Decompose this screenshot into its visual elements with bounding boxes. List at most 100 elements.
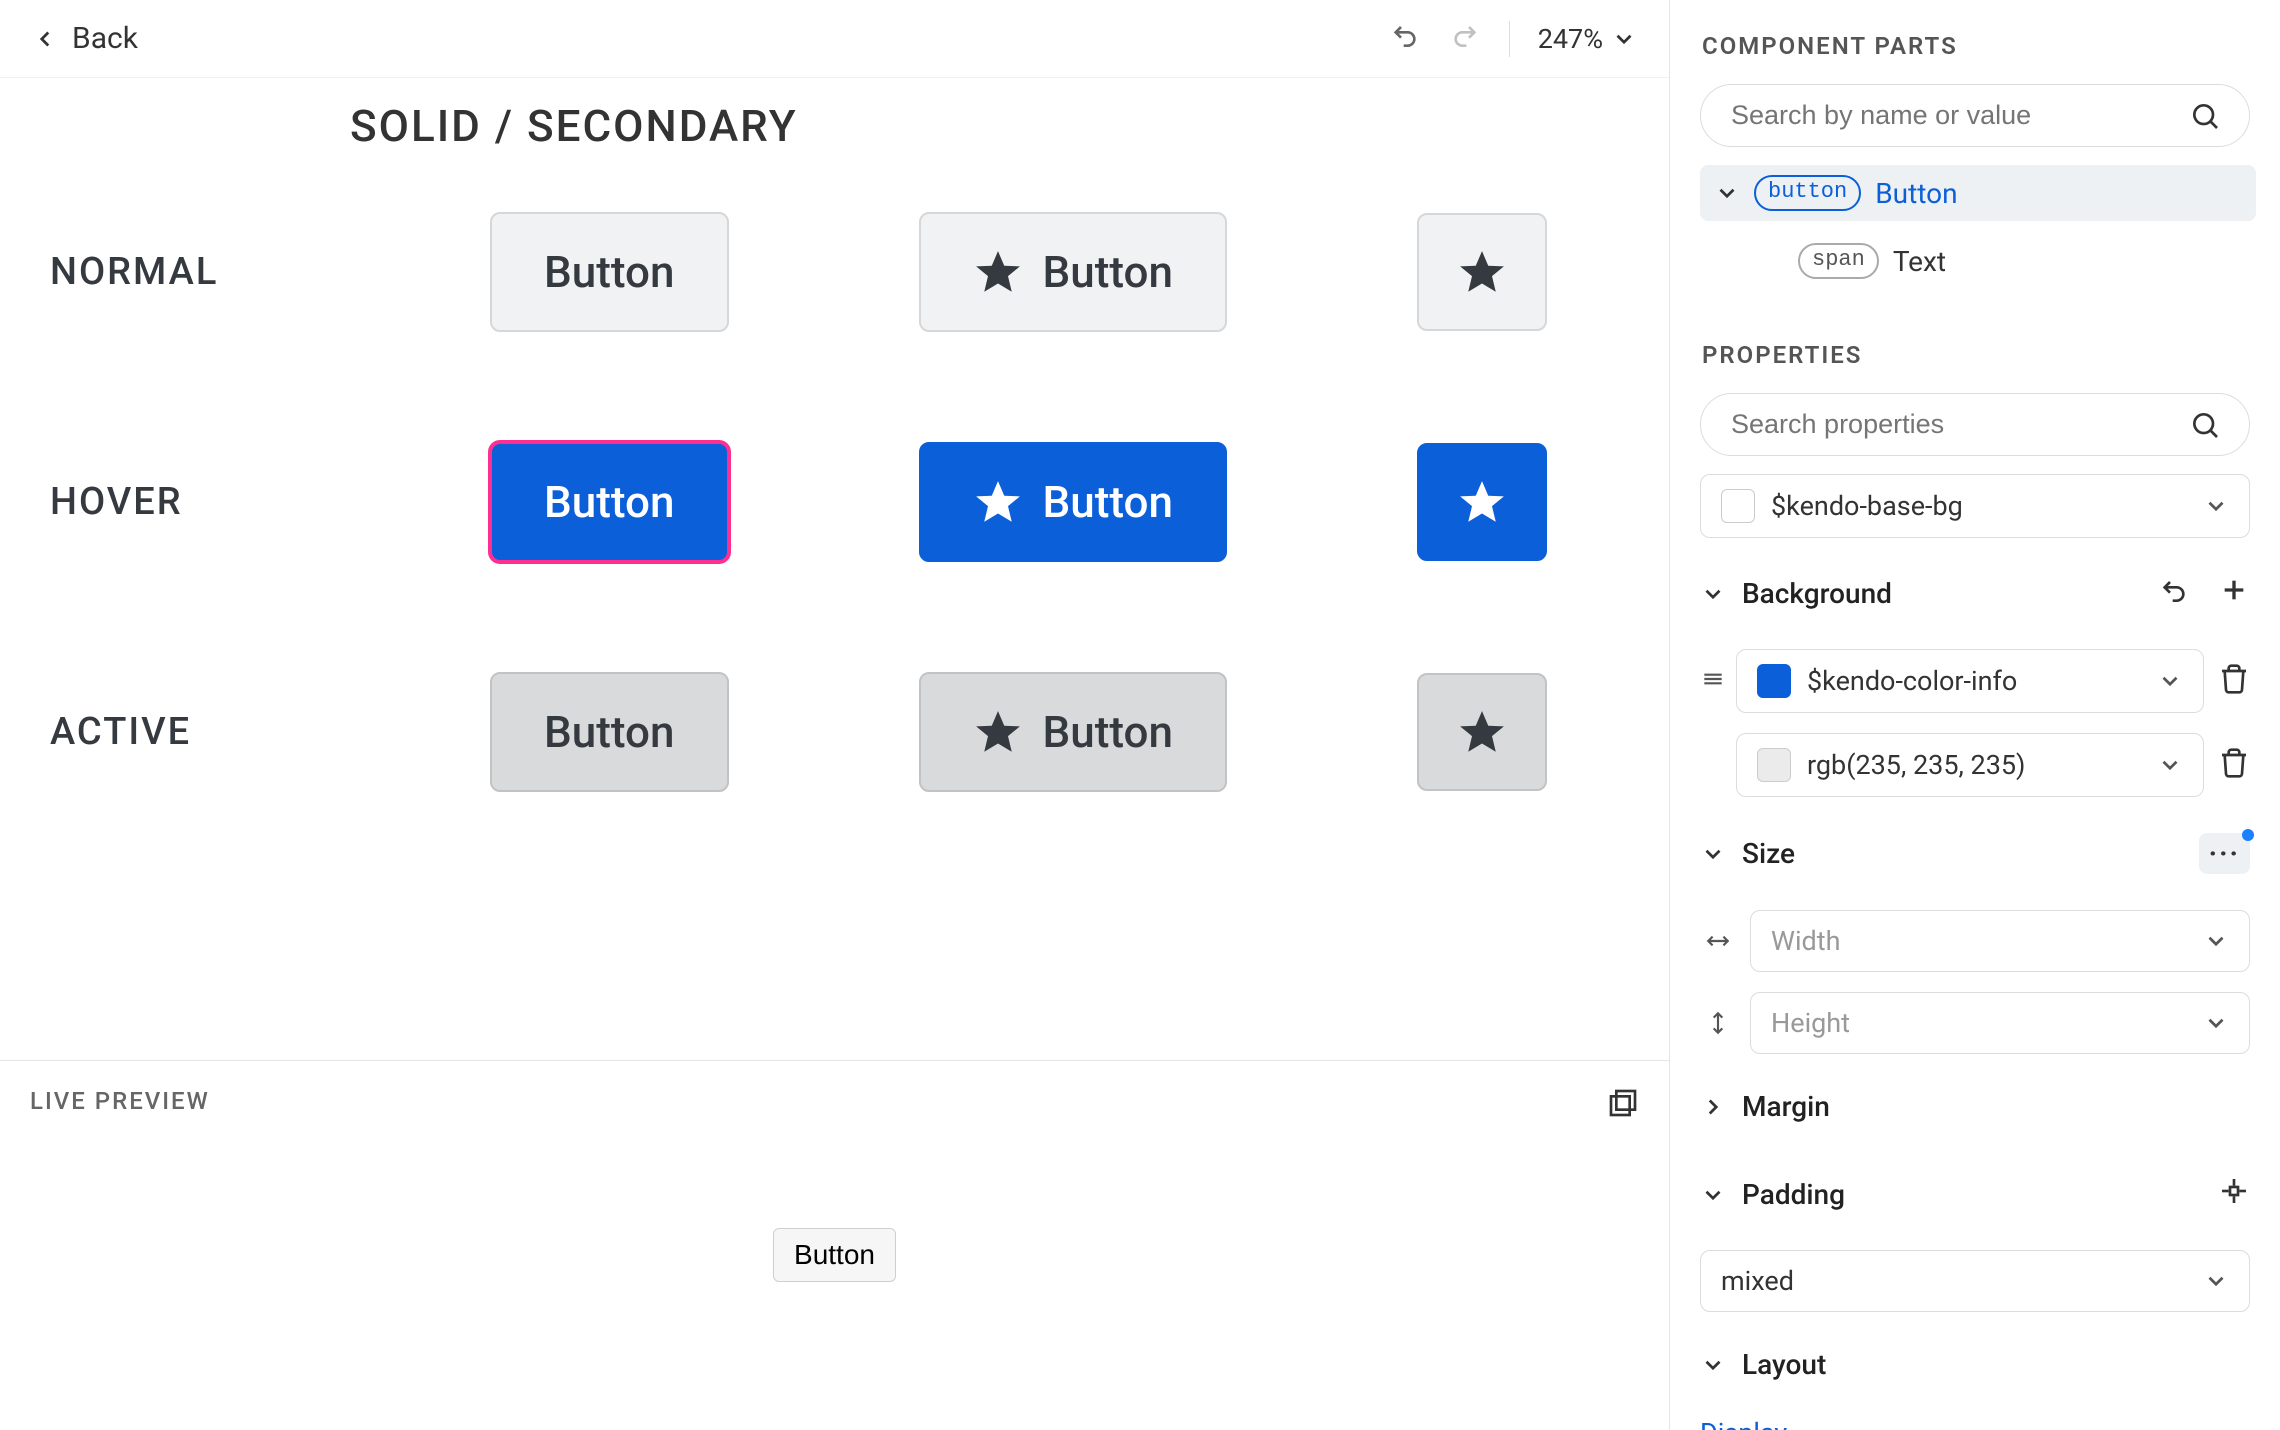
star-icon — [973, 247, 1023, 297]
delete-button[interactable] — [2218, 747, 2250, 783]
button-hover-icon-text[interactable]: Button — [919, 442, 1228, 562]
padding-value: mixed — [1721, 1265, 1794, 1297]
redo-button[interactable] — [1449, 19, 1481, 58]
properties-search[interactable] — [1700, 393, 2250, 456]
padding-value-select[interactable]: mixed — [1700, 1250, 2250, 1312]
group-label: Margin — [1742, 1090, 1830, 1123]
undo-icon — [1389, 19, 1421, 51]
button-normal-icon[interactable] — [1417, 213, 1547, 331]
zoom-dropdown[interactable]: 247% — [1538, 23, 1637, 55]
search-icon — [2189, 100, 2221, 132]
button-hover-text-selected[interactable]: Button — [490, 442, 729, 562]
section-title: SOLID / SECONDARY — [350, 100, 1669, 152]
background-rgb-row: rgb(235, 235, 235) — [1700, 733, 2250, 797]
state-label: NORMAL — [50, 250, 290, 294]
group-header-size[interactable]: Size ··· — [1700, 817, 2250, 890]
group-label: Padding — [1742, 1178, 1845, 1211]
chevron-down-icon — [1714, 180, 1740, 206]
height-select[interactable]: Height — [1750, 992, 2250, 1054]
drag-icon — [1700, 666, 1726, 692]
button-active-text[interactable]: Button — [490, 672, 729, 792]
base-bg-select[interactable]: $kendo-base-bg — [1700, 474, 2250, 538]
state-label: HOVER — [50, 480, 290, 524]
delete-button[interactable] — [2218, 663, 2250, 699]
color-swatch — [1757, 748, 1791, 782]
trash-icon — [2218, 747, 2250, 779]
undo-button[interactable] — [1389, 19, 1421, 58]
color-swatch — [1721, 489, 1755, 523]
expand-sides-button[interactable] — [2218, 1175, 2250, 1214]
token-name: $kendo-base-bg — [1771, 490, 1963, 522]
bg-color-token-select[interactable]: $kendo-color-info — [1736, 649, 2204, 713]
plus-icon — [2218, 574, 2250, 606]
state-label: ACTIVE — [50, 710, 290, 754]
component-parts-title: COMPONENT PARTS — [1670, 0, 2280, 84]
reset-icon — [2158, 574, 2190, 606]
width-select[interactable]: Width — [1750, 910, 2250, 972]
chevron-down-icon — [1700, 841, 1726, 867]
back-button[interactable]: Back — [32, 21, 138, 56]
design-canvas[interactable]: SOLID / SECONDARY NORMAL Button Button — [0, 78, 1669, 1060]
chevron-right-icon — [1700, 1094, 1726, 1120]
chevron-down-icon — [1700, 581, 1726, 607]
more-options-button[interactable]: ··· — [2199, 833, 2250, 874]
group-label: Layout — [1742, 1348, 1826, 1381]
group-label: Size — [1742, 837, 1795, 870]
reset-button[interactable] — [2158, 574, 2190, 613]
chevron-left-icon — [32, 26, 58, 52]
back-label: Back — [72, 21, 138, 56]
search-input[interactable] — [1729, 408, 2189, 441]
drag-handle[interactable] — [1700, 666, 1726, 696]
live-preview-title: LIVE PREVIEW — [30, 1087, 1639, 1115]
component-parts-search[interactable] — [1700, 84, 2250, 147]
chevron-down-icon — [2203, 928, 2229, 954]
star-icon — [973, 477, 1023, 527]
search-input[interactable] — [1729, 99, 2189, 132]
chevron-down-icon — [1700, 1352, 1726, 1378]
display-label: Display — [1670, 1397, 2280, 1430]
group-header-margin[interactable]: Margin — [1700, 1074, 2250, 1139]
trash-icon — [2218, 663, 2250, 695]
separator — [1509, 21, 1510, 57]
zoom-value: 247% — [1538, 23, 1603, 55]
star-icon — [973, 707, 1023, 757]
state-row-normal: NORMAL Button Button — [50, 212, 1669, 332]
button-normal-icon-text[interactable]: Button — [919, 212, 1228, 332]
group-header-padding[interactable]: Padding — [1700, 1159, 2250, 1230]
button-active-icon-text[interactable]: Button — [919, 672, 1228, 792]
vertical-arrows-icon — [1705, 1010, 1731, 1036]
state-row-hover: HOVER Button Button — [50, 442, 1669, 562]
group-header-layout[interactable]: Layout — [1700, 1332, 2250, 1397]
inspector-panel: COMPONENT PARTS button Button span Text … — [1670, 0, 2280, 1430]
chevron-down-icon — [2203, 1268, 2229, 1294]
star-icon — [1457, 707, 1507, 757]
group-header-background[interactable]: Background — [1700, 558, 2250, 629]
group-label: Background — [1742, 577, 1892, 610]
tree-item-button[interactable]: button Button — [1700, 165, 2256, 221]
button-hover-icon[interactable] — [1417, 443, 1547, 561]
star-icon — [1457, 477, 1507, 527]
redo-icon — [1449, 19, 1481, 51]
canvas-topbar: Back 247% — [0, 0, 1669, 78]
height-row: Height — [1700, 992, 2250, 1054]
live-preview-panel: LIVE PREVIEW Button — [0, 1060, 1669, 1430]
tag-pill: button — [1754, 175, 1861, 211]
height-icon — [1700, 1010, 1736, 1036]
tree-item-span[interactable]: span Text — [1700, 233, 2256, 289]
button-normal-text[interactable]: Button — [490, 212, 729, 332]
chevron-down-icon — [2157, 668, 2183, 694]
search-icon — [2189, 409, 2221, 441]
token-name: $kendo-color-info — [1807, 665, 2017, 697]
bg-color-rgb-select[interactable]: rgb(235, 235, 235) — [1736, 733, 2204, 797]
chevron-down-icon — [2203, 493, 2229, 519]
popout-icon — [1607, 1087, 1639, 1119]
chevron-down-icon — [2157, 752, 2183, 778]
button-active-icon[interactable] — [1417, 673, 1547, 791]
state-row-active: ACTIVE Button Button — [50, 672, 1669, 792]
add-button[interactable] — [2218, 574, 2250, 613]
popout-button[interactable] — [1607, 1087, 1639, 1123]
horizontal-arrows-icon — [1705, 928, 1731, 954]
properties-title: PROPERTIES — [1670, 309, 2280, 393]
width-icon — [1700, 928, 1736, 954]
live-preview-button[interactable]: Button — [773, 1228, 896, 1282]
